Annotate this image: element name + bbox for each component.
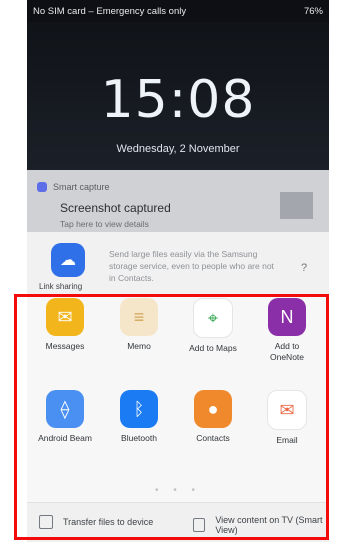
notification-title: Screenshot captured [60, 201, 171, 215]
messages-icon: ✉ [46, 298, 84, 336]
help-icon[interactable]: ? [301, 262, 307, 274]
phone-screen: No SIM card – Emergency calls only 76% 1… [27, 0, 329, 542]
share-target-onenote[interactable]: N Add to OneNote [257, 298, 317, 363]
transfer-files-label: Transfer files to device [63, 517, 154, 527]
onenote-icon: N [268, 298, 306, 336]
share-targets-grid: ✉ Messages ≡ Memo ⌖ Add to Maps N Add to… [27, 298, 329, 483]
smart-view-button[interactable]: View content on TV (Smart View) [193, 515, 329, 535]
share-target-label: Email [276, 435, 298, 445]
screenshot-thumbnail[interactable] [280, 192, 313, 219]
link-sharing-description: Send large files easily via the Samsung … [109, 249, 274, 283]
share-target-email[interactable]: ✉ Email [257, 390, 317, 446]
smart-capture-icon [37, 182, 47, 192]
share-target-bluetooth[interactable]: ᛒ Bluetooth [109, 390, 169, 444]
notification-app-name: Smart capture [53, 182, 110, 192]
share-target-label: Android Beam [38, 433, 92, 443]
email-icon: ✉ [267, 390, 307, 430]
share-target-label: Bluetooth [121, 433, 157, 443]
share-target-label: Add to OneNote [269, 341, 305, 362]
contacts-icon: ● [194, 390, 232, 428]
pagination-dots[interactable]: • • • [27, 485, 329, 496]
share-target-messages[interactable]: ✉ Messages [35, 298, 95, 352]
share-target-label: Memo [127, 341, 151, 351]
bluetooth-icon: ᛒ [120, 390, 158, 428]
battery-text: 76% [303, 5, 323, 17]
clock: 15:08 [100, 70, 256, 130]
notification-subtitle: Tap here to view details [60, 219, 149, 229]
smart-view-label: View content on TV (Smart View) [215, 515, 323, 535]
memo-icon: ≡ [120, 298, 158, 336]
share-target-label: Contacts [196, 433, 230, 443]
share-sheet: ☁ Link sharing Send large files easily v… [27, 232, 329, 542]
android-beam-icon: ⟠ [46, 390, 84, 428]
screenshot-frame: No SIM card – Emergency calls only 76% 1… [0, 0, 337, 542]
share-target-contacts[interactable]: ● Contacts [183, 390, 243, 444]
share-target-android-beam[interactable]: ⟠ Android Beam [35, 390, 95, 444]
link-sharing-row[interactable]: ☁ Link sharing Send large files easily v… [27, 232, 329, 295]
transfer-files-button[interactable]: Transfer files to device [39, 515, 153, 529]
link-sharing-icon[interactable]: ☁ [51, 243, 85, 277]
share-target-add-to-maps[interactable]: ⌖ Add to Maps [183, 298, 243, 354]
tv-icon [193, 518, 206, 532]
share-target-label: Messages [45, 341, 85, 351]
notification-card[interactable]: Smart capture Screenshot captured Tap he… [27, 170, 329, 232]
notification-app: Smart capture [37, 182, 110, 192]
maps-icon: ⌖ [193, 298, 233, 338]
share-target-label: Add to Maps [189, 343, 237, 353]
status-bar: No SIM card – Emergency calls only 76% [27, 0, 329, 22]
share-actions-bar: Transfer files to device View content on… [27, 502, 329, 542]
link-sharing-label: Link sharing [39, 282, 83, 291]
device-icon [39, 515, 53, 529]
date: Wednesday, 2 November [116, 143, 240, 155]
status-text: No SIM card – Emergency calls only [33, 5, 187, 17]
share-target-memo[interactable]: ≡ Memo [109, 298, 169, 352]
